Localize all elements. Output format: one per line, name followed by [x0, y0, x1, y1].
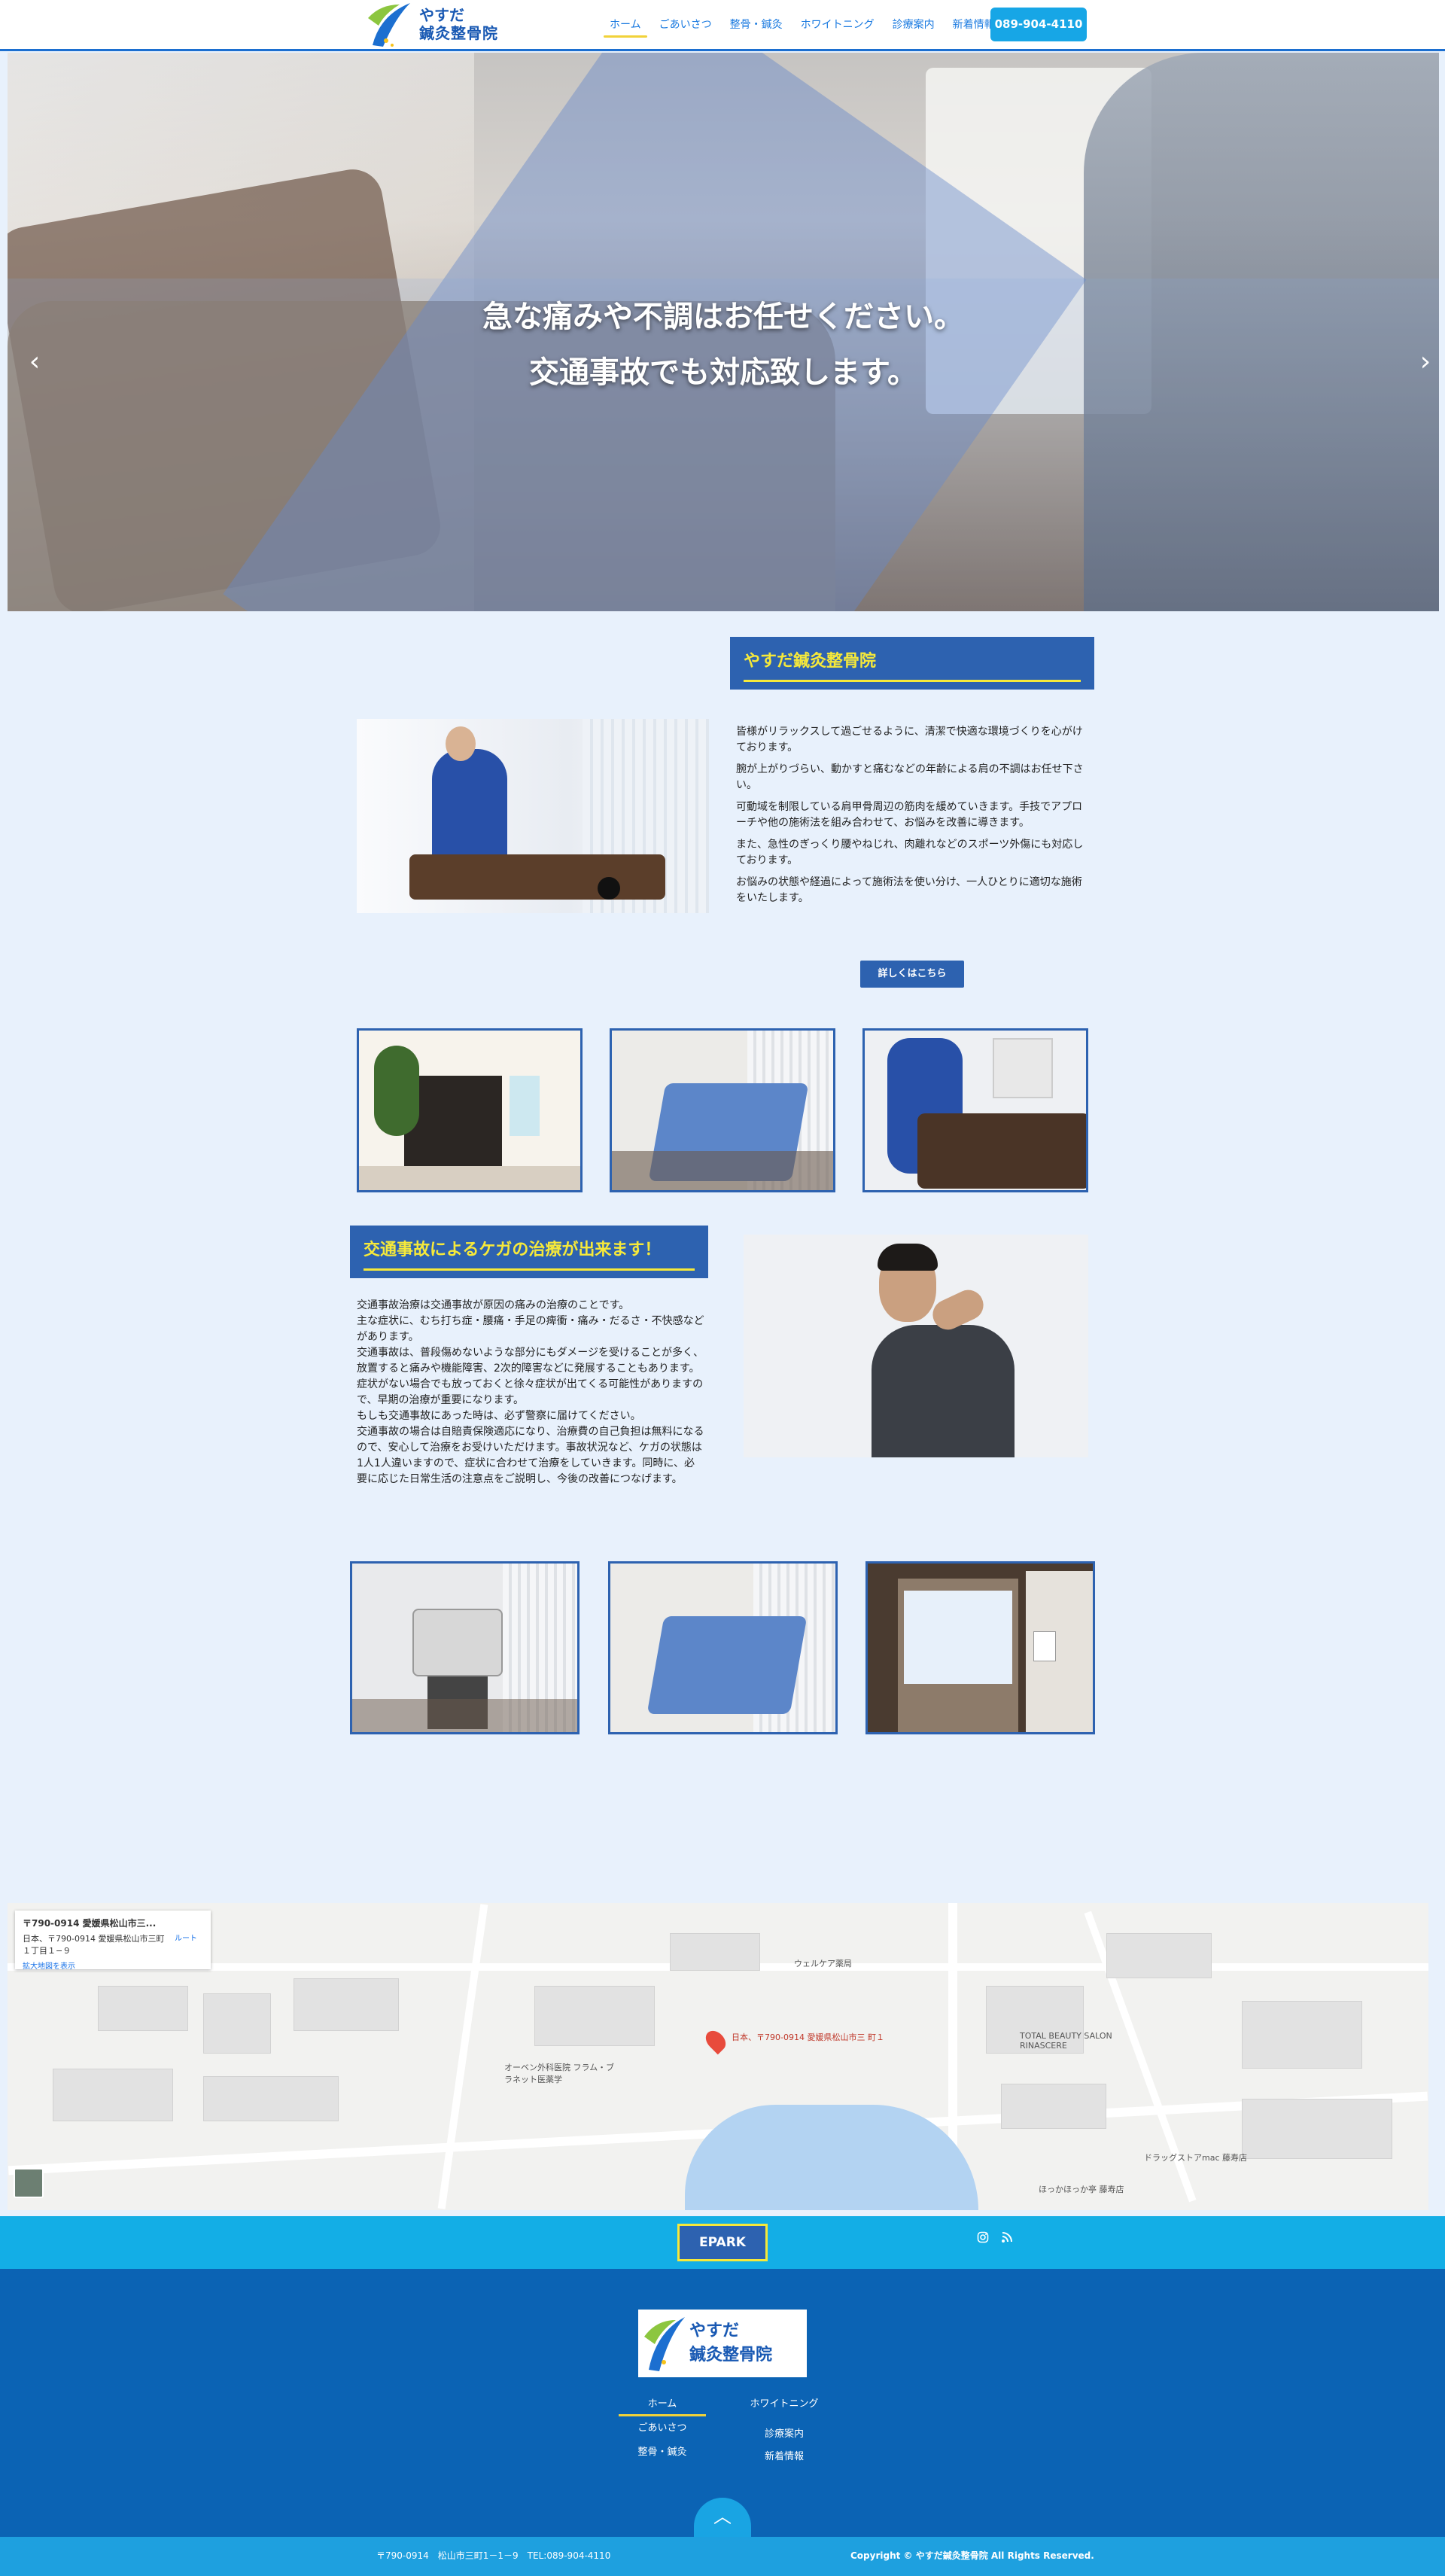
copyright-text: Copyright © やすだ鍼灸整骨院 All Rights Reserved…: [850, 2550, 1094, 2561]
intro-text: 皆様がリラックスして過ごせるように、清潔で快適な環境づくりを心がけております。 …: [736, 726, 1084, 904]
details-button[interactable]: 詳しくはこちら: [860, 961, 964, 988]
enlarge-map-link[interactable]: 拡大地図を表示: [23, 1959, 203, 1971]
epark-button[interactable]: EPARK: [677, 2224, 768, 2261]
massage-photo: [862, 1028, 1088, 1192]
nav-seikotsu[interactable]: 整骨・鍼灸: [722, 15, 790, 38]
accident-title: 交通事故によるケガの治療が出来ます！: [350, 1226, 708, 1278]
leaf-logo-icon: [368, 3, 410, 47]
logo-line1: やすだ: [419, 6, 464, 24]
chevron-right-icon[interactable]: ›: [1410, 346, 1439, 377]
copyright-bar: [0, 2537, 1445, 2576]
phone-button[interactable]: 089-904-4110: [990, 8, 1087, 41]
logo-line2: 鍼灸整骨院: [419, 24, 498, 42]
rss-icon[interactable]: [1001, 2231, 1013, 2246]
footer-nav-greeting[interactable]: ごあいさつ: [617, 2419, 707, 2434]
footer-nav-seikotsu[interactable]: 整骨・鍼灸: [617, 2444, 707, 2458]
nav-clinic-info[interactable]: 診療案内: [885, 15, 942, 38]
site-logo[interactable]: やすだ 鍼灸整骨院: [365, 0, 508, 50]
site-header: やすだ 鍼灸整骨院 ホーム ごあいさつ 整骨・鍼灸 ホワイトニング 診療案内 新…: [0, 0, 1445, 51]
instagram-icon[interactable]: [977, 2231, 989, 2246]
footer-nav-whitening[interactable]: ホワイトニング: [739, 2395, 829, 2410]
route-link[interactable]: ルート: [175, 1932, 197, 1943]
footer-nav-clinic-info[interactable]: 診療案内: [739, 2425, 829, 2440]
hero-headline-1: 急な痛みや不調はお任せください。: [482, 300, 964, 334]
nav-home[interactable]: ホーム: [602, 15, 649, 38]
hero-slider: 急な痛みや不調はお任せください。 交通事故でも対応致します。 ‹ ›: [8, 53, 1439, 611]
map-pin-icon[interactable]: [701, 2026, 730, 2055]
leaf-logo-icon: [644, 2317, 685, 2371]
reception-photo: [357, 1028, 583, 1192]
main-nav: ホーム ごあいさつ 整骨・鍼灸 ホワイトニング 診療案内 新着情報: [602, 15, 1005, 38]
chevron-left-icon[interactable]: ‹: [20, 346, 50, 377]
equipment-photo: [350, 1561, 580, 1734]
doctor-treating-photo: [357, 719, 709, 913]
footer-nav-home[interactable]: ホーム: [617, 2395, 707, 2416]
neck-pain-photo: [744, 1235, 1088, 1457]
footer-address: 〒790-0914 松山市三町1－1－9 TEL:089-904-4110: [376, 2550, 611, 2561]
treatment-bed-photo-2: [608, 1561, 838, 1734]
footer-logo[interactable]: やすだ 鍼灸整骨院: [638, 2310, 807, 2377]
map-info-card: 〒790-0914 愛媛県松山市三... 日本、〒790-0914 愛媛県松山市…: [15, 1911, 211, 1971]
treatment-bed-photo: [610, 1028, 835, 1192]
google-map[interactable]: 日本、〒790-0914 愛媛県松山市三 町１ ウェルケア薬局 TOTAL BE…: [8, 1903, 1428, 2210]
nav-whitening[interactable]: ホワイトニング: [793, 15, 882, 38]
satellite-toggle[interactable]: [14, 2168, 44, 2198]
accident-text: 交通事故治療は交通事故が原因の痛みの治療のことです。 主な症状に、むち打ち症・腰…: [357, 1299, 704, 1485]
footer-nav-news[interactable]: 新着情報: [739, 2448, 829, 2462]
hero-headline-2: 交通事故でも対応致します。: [529, 355, 917, 390]
clinic-entrance-photo: [865, 1561, 1095, 1734]
intro-title: やすだ鍼灸整骨院: [730, 637, 1094, 690]
nav-greeting[interactable]: ごあいさつ: [652, 15, 719, 38]
